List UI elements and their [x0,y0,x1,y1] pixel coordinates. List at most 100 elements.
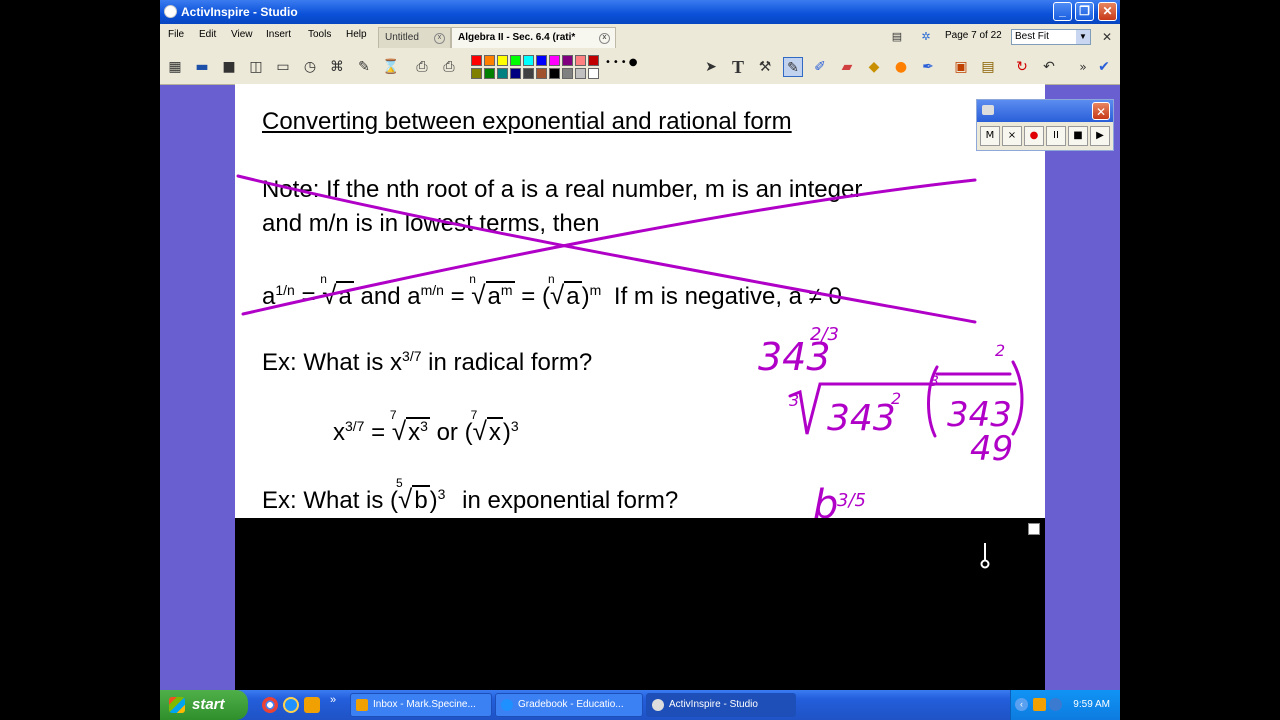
color-swatch[interactable] [562,68,573,79]
menu-edit[interactable]: Edit [199,29,216,40]
color-swatch[interactable] [549,55,560,66]
ink-paren [1011,360,1024,436]
save-icon[interactable]: ■ [219,57,239,77]
dual-user-icon[interactable]: ◫ [246,57,266,77]
close-button[interactable]: ✕ [1098,2,1117,21]
color-swatch[interactable] [562,55,573,66]
screen: ActivInspire - Studio _ ❐ ✕ File Edit Vi… [160,0,1120,720]
color-swatch[interactable] [497,55,508,66]
clock-icon[interactable]: ◷ [300,57,320,77]
recorder-stop-button[interactable]: ■ [1068,126,1088,146]
tab-algebra[interactable]: Algebra II - Sec. 6.4 (rati* x [451,27,616,48]
chrome-icon[interactable] [262,697,278,713]
outlook-tray-icon[interactable] [1033,698,1046,711]
menu-tools[interactable]: Tools [308,29,331,40]
pen-icon[interactable]: ✎ [783,57,803,77]
task-inbox[interactable]: Inbox - Mark.Specine... [350,693,492,717]
marker-icon[interactable]: ✒ [918,57,938,77]
flipchart-icon[interactable]: ▬ [192,57,212,77]
color-swatch[interactable] [484,55,495,66]
color-swatch[interactable] [510,68,521,79]
color-swatch[interactable] [523,68,534,79]
recorder-cancel-button[interactable]: × [1002,126,1022,146]
magic-ink-icon[interactable]: ⚒ [755,57,775,77]
color-swatch[interactable] [471,55,482,66]
menu-insert[interactable]: Insert [266,29,291,40]
color-swatch[interactable] [536,68,547,79]
color-swatch[interactable] [588,68,599,79]
highlighter-icon[interactable]: ✐ [810,57,830,77]
screen-icon[interactable]: ▭ [273,57,293,77]
color-swatch[interactable] [484,68,495,79]
color-swatch[interactable] [471,68,482,79]
text-icon[interactable]: T [728,57,748,77]
erase-icon[interactable]: ⌛ [381,57,401,77]
black-canvas-area[interactable] [235,518,1045,690]
color-swatch[interactable] [575,68,586,79]
task-gradebook[interactable]: Gradebook - Educatio... [495,693,643,717]
page-menu-icon[interactable] [1028,523,1040,535]
ex2-paren: ) [429,487,438,514]
page-icon[interactable]: ▣ [951,57,971,77]
tray-expand-icon[interactable]: ‹ [1015,698,1028,711]
page-icon-2[interactable]: ▤ [978,57,998,77]
recorder-title-bar[interactable]: ✕ [977,100,1113,122]
rule-line: a1/n = n √a and am/n = n √am = (n √a)m If m… [262,272,842,311]
tools-icon[interactable]: ✔ [1094,57,1114,77]
menu-file[interactable]: File [168,29,184,40]
select-icon[interactable]: ➤ [701,57,721,77]
ink-radical [788,382,1017,435]
color-swatch[interactable] [549,68,560,79]
ie-icon[interactable] [283,697,299,713]
collapse-icon[interactable]: ✕ [1097,27,1117,47]
tab-close-icon[interactable]: x [434,33,445,44]
undo-icon[interactable]: ↶ [1039,57,1059,77]
color-swatch[interactable] [510,55,521,66]
menu-help[interactable]: Help [346,29,367,40]
recorder-mode-button[interactable]: M [980,126,1000,146]
quicklaunch-more-icon[interactable]: » [330,694,336,706]
color-swatch[interactable] [588,55,599,66]
tab-untitled[interactable]: Untitled x [378,27,451,48]
menu-view[interactable]: View [231,29,253,40]
menu-bar: File Edit View Insert Tools Help Untitle… [160,24,1120,52]
task-activinspire[interactable]: ActivInspire - Studio [646,693,796,717]
flipchart-page[interactable]: Converting between exponential and ratio… [235,84,1045,528]
eraser-icon[interactable]: ▰ [837,57,857,77]
start-label: start [192,696,225,713]
color-swatch[interactable] [523,55,534,66]
print-icon-2[interactable]: ⎙ [439,57,459,77]
pen-width-icon[interactable]: •••● [605,57,639,68]
desktop-annotate-icon[interactable]: ✎ [354,57,374,77]
outlook-icon[interactable] [304,697,320,713]
more-icon[interactable]: » [1073,57,1093,77]
color-swatch[interactable] [536,55,547,66]
recorder-pause-button[interactable]: II [1046,126,1066,146]
activinspire-icon [652,699,664,711]
recorder-panel[interactable]: ✕ M × ● II ■ ▶ [976,99,1114,151]
recorder-play-button[interactable]: ▶ [1090,126,1110,146]
recorder-close-button[interactable]: ✕ [1092,102,1110,120]
recorder-record-button[interactable]: ● [1024,126,1044,146]
browser-icon[interactable]: ▦ [165,57,185,77]
ex2-prefix: Ex: What is ( [262,487,399,514]
snowflake-icon[interactable]: ✲ [916,27,936,47]
ex1-exp: 3/7 [402,348,422,364]
camera-icon[interactable]: ⌘ [327,57,347,77]
color-palette: •••● [471,55,641,81]
radicand: a [336,281,354,310]
minimize-button[interactable]: _ [1053,2,1072,21]
color-swatch[interactable] [497,68,508,79]
zoom-value: Best Fit [1015,31,1049,42]
network-icon[interactable] [1049,698,1062,711]
print-icon[interactable]: ⎙ [412,57,432,77]
shape-icon[interactable]: ● [891,57,911,77]
start-button[interactable]: start [160,690,248,720]
reset-icon[interactable]: ↻ [1012,57,1032,77]
tab-close-icon[interactable]: x [599,33,610,44]
maximize-button[interactable]: ❐ [1075,2,1094,21]
zoom-select[interactable]: Best Fit ▼ [1011,29,1091,45]
page-browser-icon[interactable]: ▤ [887,27,907,47]
fill-icon[interactable]: ◆ [864,57,884,77]
color-swatch[interactable] [575,55,586,66]
